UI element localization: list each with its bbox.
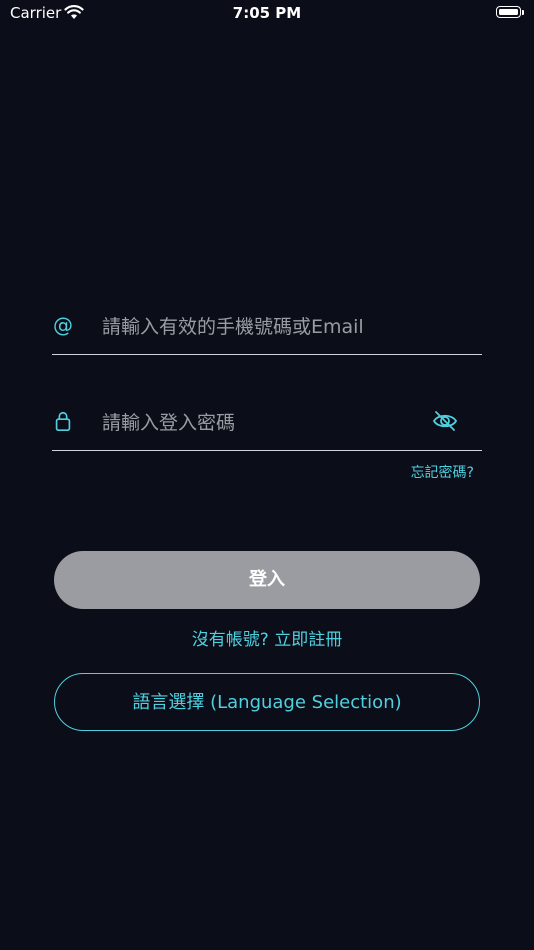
email-field: @ xyxy=(52,302,482,355)
clock: 7:05 PM xyxy=(232,4,302,22)
email-input[interactable] xyxy=(100,310,434,344)
status-bar: Carrier 7:05 PM xyxy=(0,0,534,30)
password-field xyxy=(52,398,482,451)
login-button[interactable]: 登入 xyxy=(54,551,480,609)
forgot-password-link[interactable]: 忘記密碼? xyxy=(380,462,474,482)
language-selection-button[interactable]: 語言選擇 (Language Selection) xyxy=(54,673,480,731)
lock-icon xyxy=(55,411,71,431)
register-link[interactable]: 沒有帳號? 立即註冊 xyxy=(0,625,534,650)
at-icon: @ xyxy=(53,313,73,337)
battery-icon xyxy=(496,6,526,20)
eye-slash-icon[interactable] xyxy=(432,408,458,434)
password-input[interactable] xyxy=(100,406,434,440)
